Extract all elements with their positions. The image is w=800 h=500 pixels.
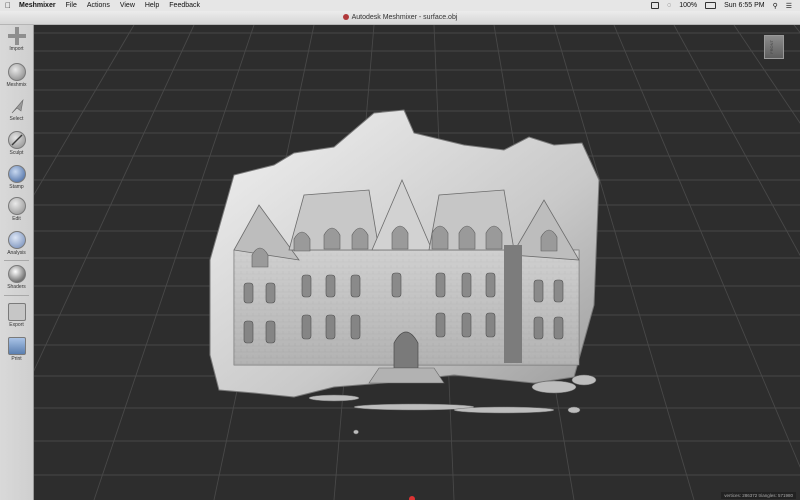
menu-app[interactable]: Meshmixer bbox=[19, 2, 56, 9]
clock[interactable]: Sun 6:55 PM bbox=[724, 2, 764, 9]
meshmixer-logo-icon bbox=[342, 14, 349, 20]
origin-marker bbox=[409, 496, 415, 500]
toolbar-divider bbox=[4, 260, 29, 261]
tool-export[interactable]: Export bbox=[0, 303, 33, 328]
printer-icon bbox=[7, 337, 26, 355]
view-cube[interactable]: FRONT bbox=[764, 35, 784, 59]
mesh-stats: vertices: 286372 triangles: 571980 bbox=[721, 492, 796, 499]
tool-label: Shaders bbox=[7, 284, 26, 290]
view-cube-label: FRONT bbox=[769, 40, 774, 54]
tool-meshmix[interactable]: Meshmix bbox=[0, 63, 33, 88]
battery-icon[interactable] bbox=[705, 2, 717, 9]
3d-viewport[interactable]: FRONT vertices: 286372 triangles: 571980 bbox=[34, 25, 800, 500]
left-toolbar: Import Meshmix Select Sculpt Stamp Edit … bbox=[0, 25, 34, 500]
window-title-bar: Autodesk Meshmixer - surface.obj bbox=[0, 11, 800, 25]
airplay-icon[interactable] bbox=[651, 2, 660, 9]
analysis-icon bbox=[7, 231, 26, 249]
battery-percent: 100% bbox=[679, 2, 698, 9]
cursor-arrow-icon bbox=[8, 97, 26, 115]
tool-label: Sculpt bbox=[9, 150, 24, 156]
control-icon[interactable]: ☰ bbox=[786, 2, 792, 10]
viewport-canvas[interactable] bbox=[34, 25, 800, 500]
shader-sphere-icon bbox=[7, 265, 26, 283]
tool-edit[interactable]: Edit bbox=[0, 197, 33, 222]
tool-sculpt[interactable]: Sculpt bbox=[0, 131, 33, 156]
tool-label: Analysis bbox=[7, 250, 26, 256]
apple-icon[interactable]:  bbox=[5, 1, 13, 10]
tool-label: Export bbox=[9, 322, 24, 328]
tool-import[interactable]: Import bbox=[0, 27, 33, 52]
toolbar-divider bbox=[4, 295, 29, 296]
tool-analysis[interactable]: Analysis bbox=[0, 231, 33, 256]
tool-label: Print bbox=[11, 356, 22, 362]
mac-menu-bar:  Meshmixer File Actions View Help Feedb… bbox=[0, 0, 800, 11]
mesh-model[interactable] bbox=[209, 109, 600, 435]
edit-icon bbox=[7, 197, 26, 215]
wifi-icon[interactable]: ◌ bbox=[667, 2, 671, 9]
window-title: Autodesk Meshmixer - surface.obj bbox=[351, 14, 458, 21]
brush-icon bbox=[7, 131, 26, 149]
tool-label: Meshmix bbox=[6, 82, 27, 88]
meshmix-icon bbox=[7, 63, 26, 81]
search-icon[interactable]: ⚲ bbox=[773, 2, 778, 10]
stamp-icon bbox=[7, 165, 26, 183]
menu-file[interactable]: File bbox=[66, 2, 77, 9]
menu-actions[interactable]: Actions bbox=[87, 2, 110, 9]
tool-label: Select bbox=[9, 116, 24, 122]
tool-print[interactable]: Print bbox=[0, 337, 33, 362]
tool-shaders[interactable]: Shaders bbox=[0, 265, 33, 290]
menu-view[interactable]: View bbox=[120, 2, 135, 9]
tool-label: Stamp bbox=[9, 184, 24, 190]
export-icon bbox=[7, 303, 26, 321]
plus-icon bbox=[7, 27, 26, 45]
tool-stamp[interactable]: Stamp bbox=[0, 165, 33, 190]
tool-label: Import bbox=[9, 46, 24, 52]
tool-label: Edit bbox=[12, 216, 21, 222]
tool-select[interactable]: Select bbox=[0, 97, 33, 122]
menu-help[interactable]: Help bbox=[145, 2, 159, 9]
menu-feedback[interactable]: Feedback bbox=[169, 2, 200, 9]
